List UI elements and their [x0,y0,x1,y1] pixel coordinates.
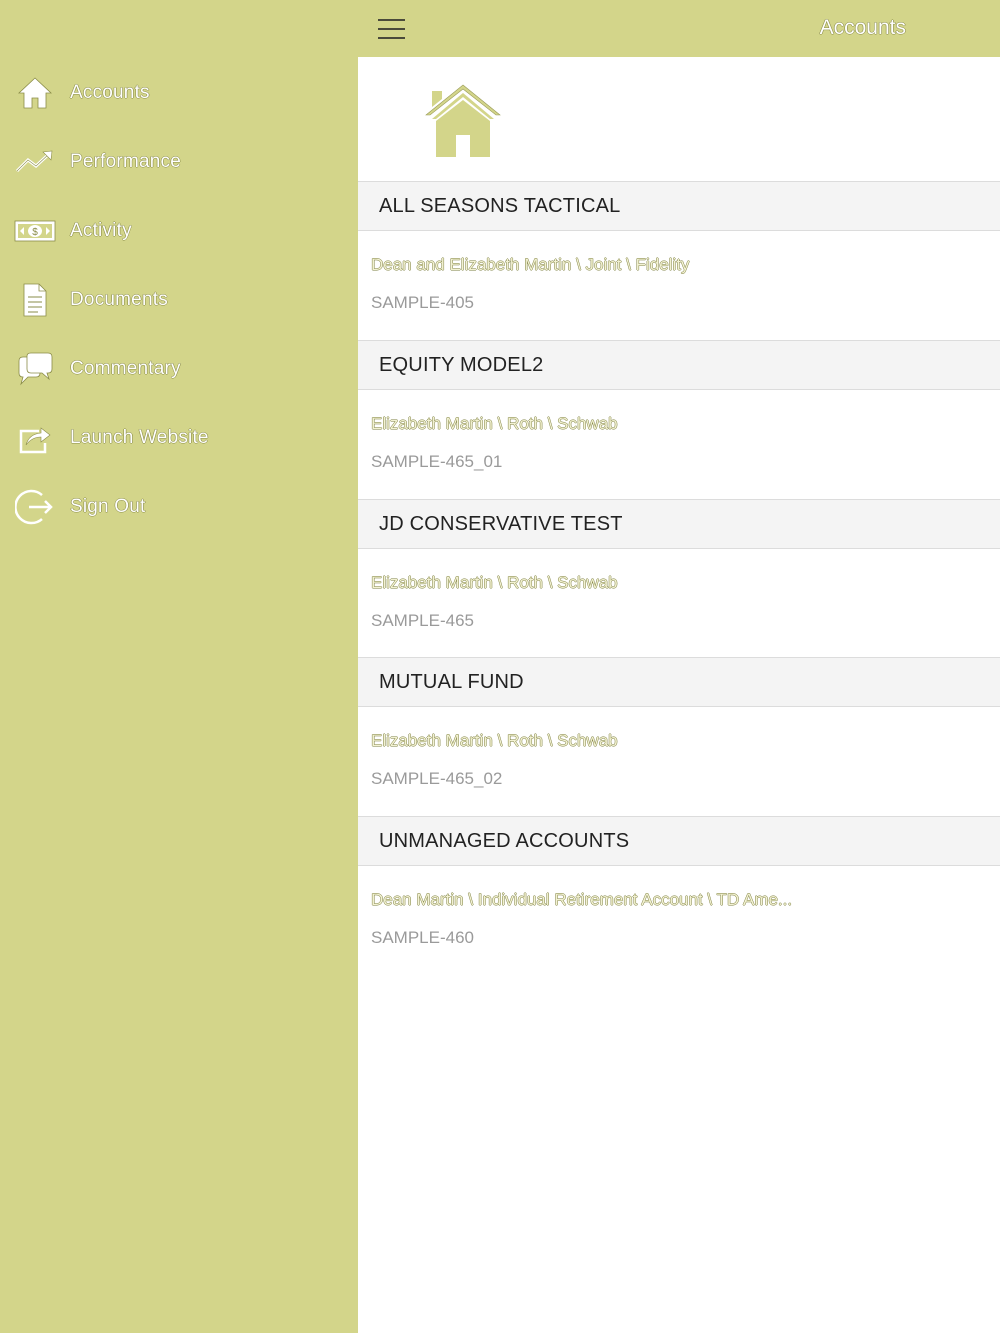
account-name: Elizabeth Martin \ Roth \ Schwab [371,573,618,592]
sidebar-item-commentary[interactable]: Commentary [0,339,358,399]
sidebar-item-label: Activity [70,220,132,241]
account-name: Dean Martin \ Individual Retirement Acco… [371,890,793,909]
sidebar-item-label: Accounts [70,82,150,103]
account-group: UNMANAGED ACCOUNTS Dean Martin \ Individ… [358,816,1000,975]
chat-icon [14,348,56,390]
top-bar: Accounts [358,0,1000,57]
sidebar-item-performance[interactable]: Performance [0,132,358,192]
account-number: SAMPLE-465 [371,611,474,630]
share-icon [14,417,56,459]
account-group: MUTUAL FUND Elizabeth Martin \ Roth \ Sc… [358,657,1000,816]
sidebar-item-label: Documents [70,289,168,310]
sidebar-item-label: Sign Out [70,496,146,517]
account-name: Dean and Elizabeth Martin \ Joint \ Fide… [371,255,690,274]
account-number: SAMPLE-405 [371,293,474,312]
sidebar-item-activity[interactable]: $ Activity [0,201,358,261]
sidebar-item-label: Launch Website [70,427,209,448]
account-name: Elizabeth Martin \ Roth \ Schwab [371,414,618,433]
trend-icon [14,141,56,183]
group-header: JD CONSERVATIVE TEST [358,499,1000,549]
account-name: Elizabeth Martin \ Roth \ Schwab [371,731,618,750]
account-row[interactable]: Elizabeth Martin \ Roth \ Schwab SAMPLE-… [358,390,1000,499]
money-icon: $ [14,210,56,252]
page-title: Accounts [819,16,906,39]
sidebar: Accounts Performance $ Activity Document… [0,0,358,1333]
home-icon [424,81,502,159]
account-group: ALL SEASONS TACTICAL Dean and Elizabeth … [358,181,1000,340]
home-icon [14,72,56,114]
sidebar-item-documents[interactable]: Documents [0,270,358,330]
account-number: SAMPLE-465_01 [371,452,503,471]
accounts-list: ALL SEASONS TACTICAL Dean and Elizabeth … [358,57,1000,1333]
svg-text:$: $ [32,227,38,238]
sidebar-item-accounts[interactable]: Accounts [0,63,358,123]
account-row[interactable]: Dean Martin \ Individual Retirement Acco… [358,866,1000,975]
sidebar-item-label: Commentary [70,358,181,379]
account-number: SAMPLE-460 [371,928,474,947]
account-row[interactable]: Dean and Elizabeth Martin \ Joint \ Fide… [358,231,1000,340]
group-header: MUTUAL FUND [358,657,1000,707]
account-group: EQUITY MODEL2 Elizabeth Martin \ Roth \ … [358,340,1000,499]
account-number: SAMPLE-465_02 [371,769,503,788]
menu-icon[interactable] [378,18,406,40]
sidebar-item-sign-out[interactable]: Sign Out [0,477,358,537]
account-group: JD CONSERVATIVE TEST Elizabeth Martin \ … [358,499,1000,658]
group-header: EQUITY MODEL2 [358,340,1000,390]
account-row[interactable]: Elizabeth Martin \ Roth \ Schwab SAMPLE-… [358,549,1000,658]
group-header: UNMANAGED ACCOUNTS [358,816,1000,866]
sidebar-item-label: Performance [70,151,181,172]
document-icon [14,279,56,321]
sign-out-icon [14,486,56,528]
group-header: ALL SEASONS TACTICAL [358,181,1000,231]
sidebar-item-launch-website[interactable]: Launch Website [0,408,358,468]
account-row[interactable]: Elizabeth Martin \ Roth \ Schwab SAMPLE-… [358,707,1000,816]
